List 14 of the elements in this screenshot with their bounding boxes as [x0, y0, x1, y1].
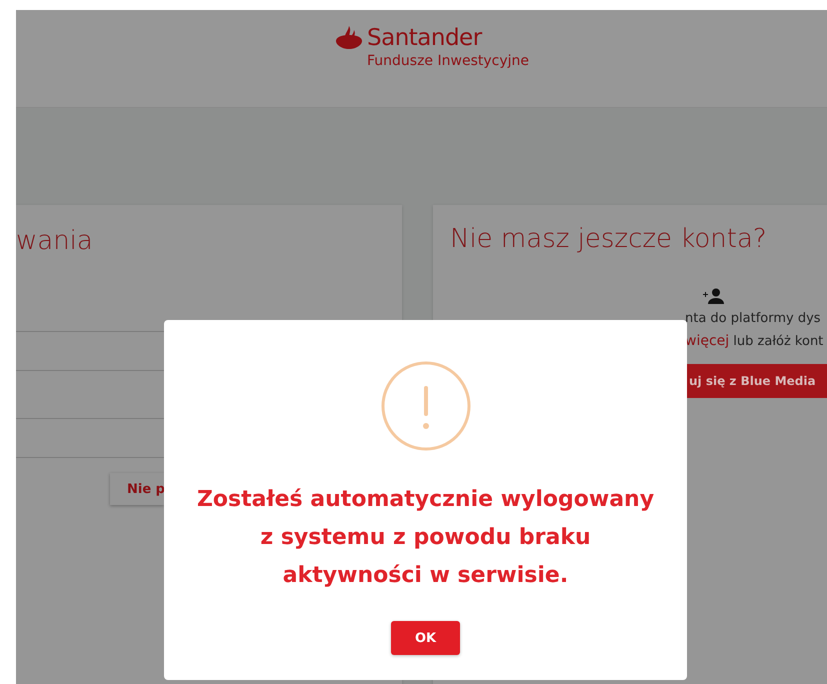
info-text: nta do platformy dys [685, 310, 821, 328]
brand-subtitle: Fundusze Inwestycyjne [367, 52, 529, 70]
brand-name: Santander [367, 24, 482, 52]
flame-logo-icon [334, 25, 364, 51]
card-title: Nie masz jeszcze konta? [450, 223, 768, 255]
secondary-button[interactable]: Nie p [110, 473, 164, 505]
add-user-icon [703, 288, 725, 304]
ok-button[interactable]: OK [391, 621, 460, 655]
more-link[interactable]: więcej [685, 333, 730, 349]
register-button[interactable]: uj się z Blue Media [685, 364, 827, 398]
card-title: wania [16, 225, 94, 257]
warning-icon [380, 361, 470, 451]
dialog-message: Zostałeś automatycznie wylogowany z systemu z powodu braku aktywności w serwisie. [196, 486, 656, 590]
info-text: więcej lub załóż kont [685, 332, 824, 351]
